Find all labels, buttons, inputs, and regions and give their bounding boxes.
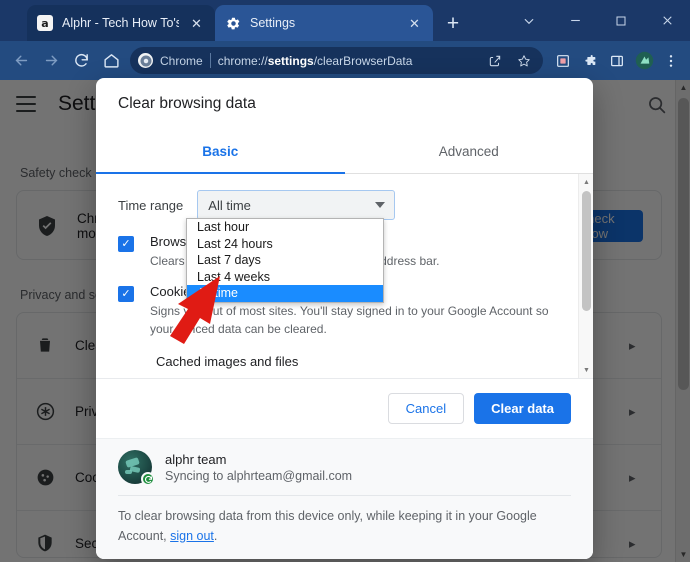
back-icon[interactable] bbox=[6, 46, 36, 76]
clear-browsing-data-dialog: Clear browsing data Basic Advanced Time … bbox=[96, 78, 593, 559]
forward-icon[interactable] bbox=[36, 46, 66, 76]
checkbox-checked-icon[interactable]: ✓ bbox=[118, 286, 134, 302]
dialog-scrollbar[interactable]: ▲ ▼ bbox=[578, 174, 593, 378]
note-prefix: To clear browsing data from this device … bbox=[118, 509, 537, 523]
tab-strip: a Alphr - Tech How To's & Guid ✕ Setting… bbox=[0, 0, 690, 41]
three-dot-menu-icon[interactable] bbox=[658, 48, 684, 74]
item-title-cached-images: Cached images and files bbox=[96, 338, 593, 369]
tab-settings[interactable]: Settings ✕ bbox=[215, 5, 433, 41]
scrollbar-thumb[interactable] bbox=[582, 191, 591, 311]
address-bar[interactable]: Chrome chrome://settings/clearBrowserDat… bbox=[130, 47, 543, 74]
close-icon[interactable]: ✕ bbox=[188, 15, 205, 32]
account-note: To clear browsing data from this device … bbox=[118, 507, 571, 546]
note-middle: Account, bbox=[118, 529, 170, 543]
alphr-icon: a bbox=[37, 15, 53, 31]
dropdown-option-last-hour[interactable]: Last hour bbox=[187, 219, 383, 236]
profile-icon[interactable] bbox=[631, 48, 657, 74]
chevron-down-icon bbox=[375, 202, 385, 208]
dialog-title: Clear browsing data bbox=[96, 78, 593, 130]
puzzle-icon[interactable] bbox=[577, 48, 603, 74]
clear-data-button[interactable]: Clear data bbox=[474, 393, 571, 424]
chrome-logo-icon bbox=[138, 53, 153, 68]
dropdown-option-last-4-weeks[interactable]: Last 4 weeks bbox=[187, 269, 383, 286]
window-controls bbox=[506, 0, 690, 41]
omnibox-url: chrome://settings/clearBrowserData bbox=[218, 54, 477, 68]
tab-search-icon[interactable] bbox=[506, 0, 552, 41]
maximize-icon[interactable] bbox=[598, 0, 644, 41]
gear-icon bbox=[225, 15, 241, 31]
dialog-body: Time range All time ✓ Browsing history C… bbox=[96, 174, 593, 378]
divider bbox=[118, 495, 571, 496]
account-name: alphr team bbox=[165, 452, 352, 467]
note-suffix: . bbox=[214, 529, 217, 543]
dialog-actions: Cancel Clear data bbox=[96, 378, 593, 438]
side-panel-icon[interactable] bbox=[604, 48, 630, 74]
checkbox-checked-icon[interactable]: ✓ bbox=[118, 236, 134, 252]
omnibox-chip-label: Chrome bbox=[160, 54, 203, 68]
time-range-label: Time range bbox=[118, 198, 183, 213]
url-suffix: /clearBrowserData bbox=[314, 54, 413, 68]
account-section: alphr team Syncing to alphrteam@gmail.co… bbox=[96, 438, 593, 559]
scroll-up-icon[interactable]: ▲ bbox=[579, 175, 593, 189]
scroll-down-icon[interactable]: ▼ bbox=[579, 363, 593, 377]
browser-window: a Alphr - Tech How To's & Guid ✕ Setting… bbox=[0, 0, 690, 562]
new-tab-button[interactable]: + bbox=[440, 10, 466, 36]
tab-title: Alphr - Tech How To's & Guid bbox=[62, 16, 179, 30]
time-range-select[interactable]: All time bbox=[197, 190, 395, 220]
close-window-icon[interactable] bbox=[644, 0, 690, 41]
cancel-button[interactable]: Cancel bbox=[388, 393, 464, 424]
share-icon[interactable] bbox=[484, 50, 506, 72]
star-icon[interactable] bbox=[513, 50, 535, 72]
url-bold-segment: settings bbox=[268, 54, 314, 68]
home-icon[interactable] bbox=[96, 46, 126, 76]
reload-icon[interactable] bbox=[66, 46, 96, 76]
item-subtitle: Signs you out of most sites. You'll stay… bbox=[150, 302, 571, 338]
reading-list-icon[interactable] bbox=[550, 48, 576, 74]
dropdown-option-last-24-hours[interactable]: Last 24 hours bbox=[187, 236, 383, 253]
sign-out-link[interactable]: sign out bbox=[170, 529, 214, 543]
time-range-selected-value: All time bbox=[208, 198, 251, 213]
avatar bbox=[118, 450, 152, 484]
tab-basic[interactable]: Basic bbox=[96, 130, 345, 173]
browser-toolbar: Chrome chrome://settings/clearBrowserDat… bbox=[0, 41, 690, 80]
dialog-tabs: Basic Advanced bbox=[96, 130, 593, 174]
omnibox-divider bbox=[210, 53, 211, 68]
dropdown-option-all-time[interactable]: All time bbox=[187, 285, 383, 302]
tab-title: Settings bbox=[250, 16, 397, 30]
minimize-icon[interactable] bbox=[552, 0, 598, 41]
dropdown-option-last-7-days[interactable]: Last 7 days bbox=[187, 252, 383, 269]
tab-alphr[interactable]: a Alphr - Tech How To's & Guid ✕ bbox=[27, 5, 215, 41]
tab-advanced[interactable]: Advanced bbox=[345, 130, 594, 173]
url-prefix: chrome:// bbox=[218, 54, 268, 68]
account-sync-status: Syncing to alphrteam@gmail.com bbox=[165, 469, 352, 483]
sync-badge-icon bbox=[141, 472, 155, 486]
close-icon[interactable]: ✕ bbox=[406, 15, 423, 32]
time-range-row: Time range All time bbox=[96, 174, 593, 220]
time-range-dropdown-list[interactable]: Last hour Last 24 hours Last 7 days Last… bbox=[186, 218, 384, 303]
